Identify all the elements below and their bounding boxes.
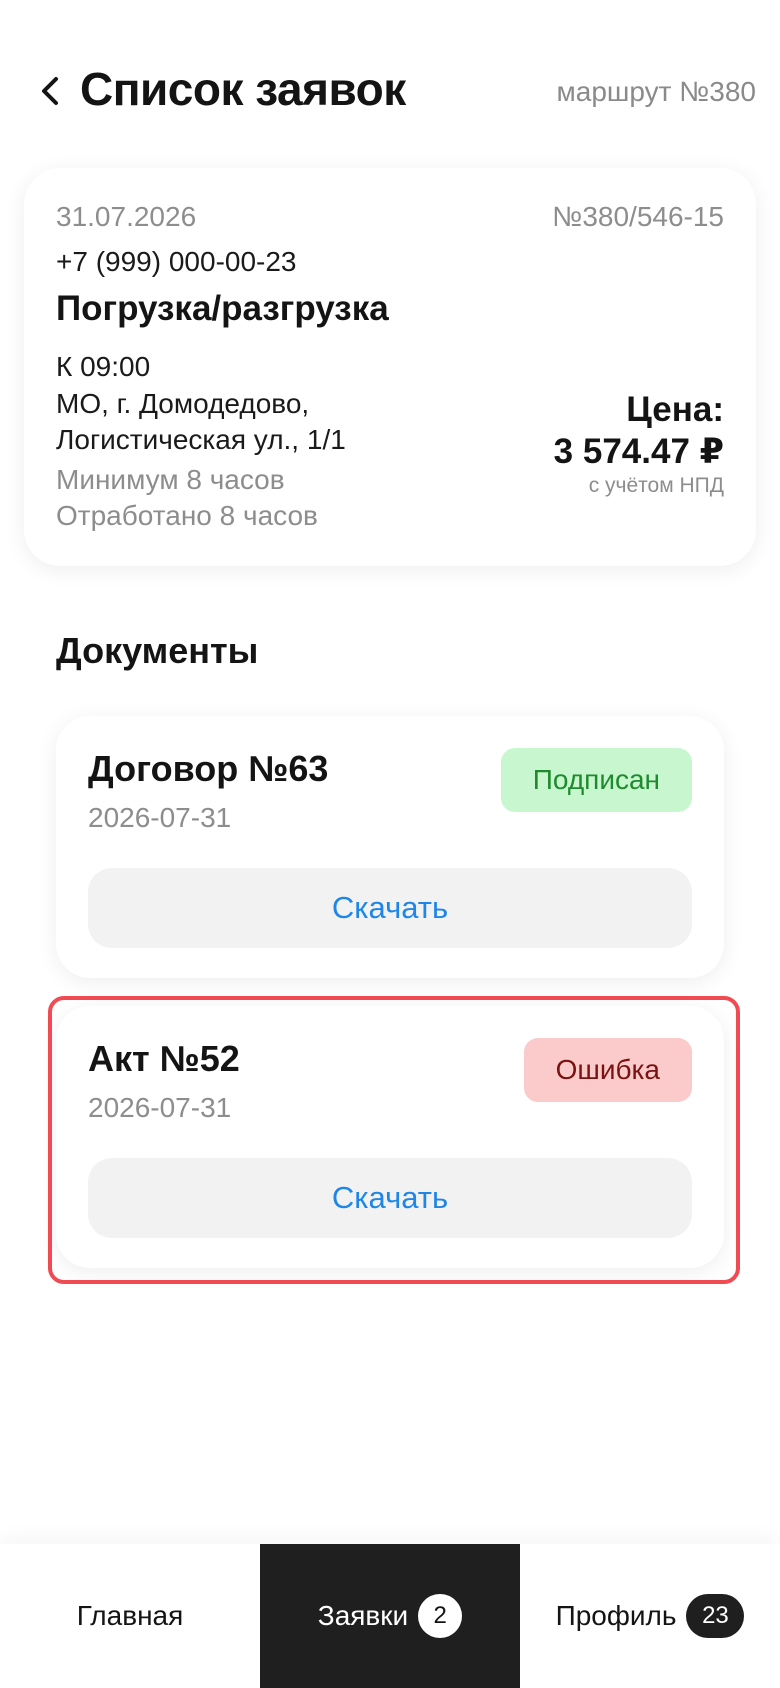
page-title: Список заявок <box>80 63 406 115</box>
order-date: 31.07.2026 <box>56 201 197 232</box>
route-label: маршрут №380 <box>556 76 756 107</box>
chevron-left-icon <box>42 77 58 105</box>
order-time: К 09:00 <box>56 351 151 382</box>
document-title: Договор №63 <box>88 748 329 789</box>
nav-item-label: Заявки <box>317 1600 409 1631</box>
download-button[interactable]: Скачать <box>88 1158 692 1238</box>
document-card-act: Акт №52 2026-07-31 Ошибка Скачать <box>56 1006 724 1268</box>
nav-item-home[interactable]: Главная <box>0 1544 260 1688</box>
status-badge-error: Ошибка <box>523 1038 692 1102</box>
document-date: 2026-07-31 <box>88 802 232 833</box>
price-block: Цена: 3 574.47 ₽ с учётом НПД <box>554 390 724 498</box>
nav-badge-count: 23 <box>686 1594 745 1638</box>
order-worked-hours: Отработано 8 часов <box>56 500 318 531</box>
price-note: с учётом НПД <box>588 474 724 497</box>
order-service: Погрузка/разгрузка <box>56 289 389 328</box>
price-label: Цена: <box>626 390 724 429</box>
header: Список заявок маршрут №380 <box>0 0 780 150</box>
nav-item-orders[interactable]: Заявки 2 <box>260 1544 520 1688</box>
documents-section-title: Документы <box>56 630 259 671</box>
order-card[interactable]: 31.07.2026 №380/546-15 +7 (999) 000-00-2… <box>24 168 756 566</box>
back-button[interactable] <box>30 66 70 116</box>
nav-item-label: Профиль <box>555 1600 677 1631</box>
nav-item-profile[interactable]: Профиль 23 <box>520 1544 780 1688</box>
document-date: 2026-07-31 <box>88 1092 232 1123</box>
order-address: МО, г. Домодедово, Логистическая ул., 1/… <box>56 388 346 455</box>
order-number: №380/546-15 <box>552 201 724 232</box>
nav-item-label: Главная <box>76 1600 184 1631</box>
download-button[interactable]: Скачать <box>88 868 692 948</box>
order-minimum-hours: Минимум 8 часов <box>56 464 285 495</box>
document-card-contract: Договор №63 2026-07-31 Подписан Скачать <box>56 716 724 978</box>
order-phone: +7 (999) 000-00-23 <box>56 246 297 277</box>
price-value: 3 574.47 ₽ <box>553 432 724 471</box>
document-title: Акт №52 <box>88 1038 240 1079</box>
bottom-navigation: Главная Заявки 2 Профиль 23 <box>0 1544 780 1688</box>
status-badge-signed: Подписан <box>500 748 692 812</box>
nav-badge-count: 2 <box>418 1594 463 1638</box>
